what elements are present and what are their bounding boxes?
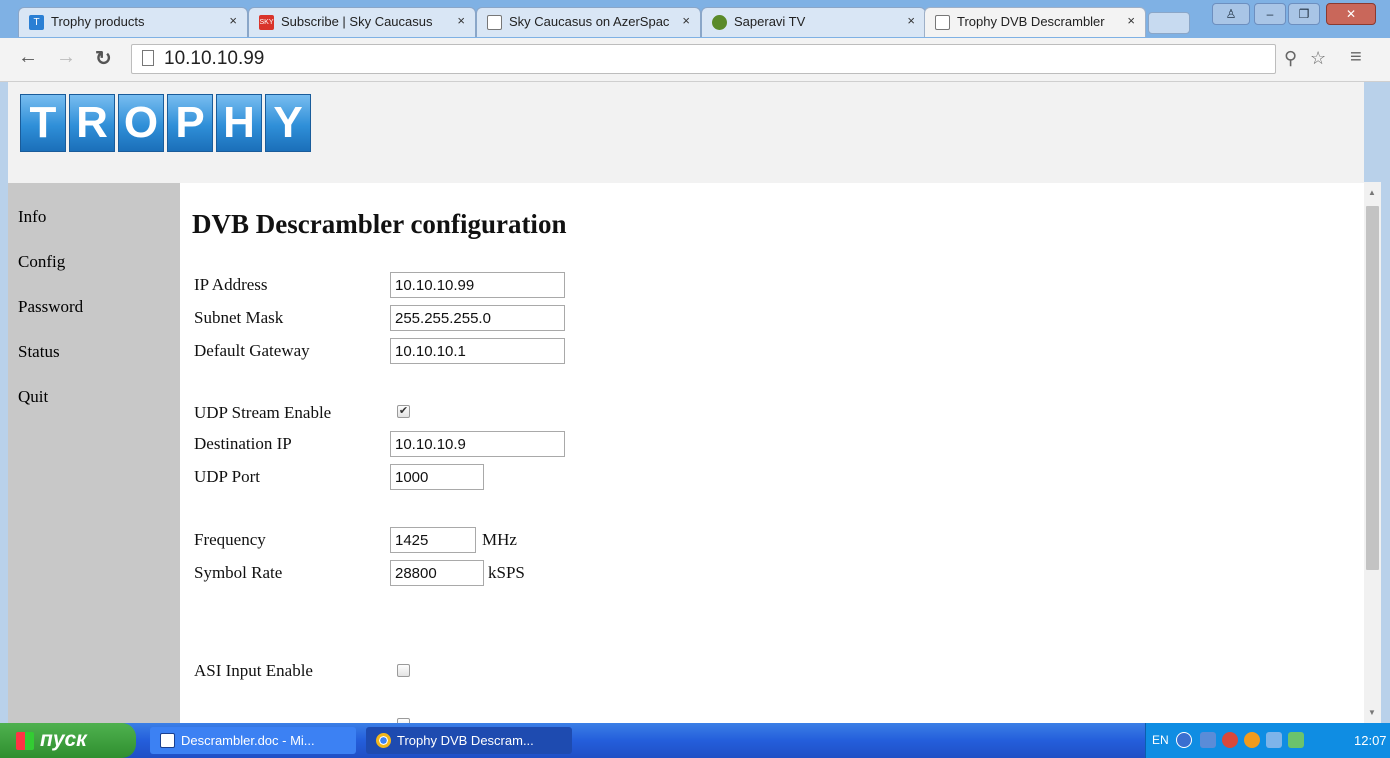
vertical-scrollbar[interactable]: ▲ ▼ xyxy=(1364,182,1381,723)
app-tray-icon[interactable] xyxy=(1244,732,1260,748)
close-icon[interactable]: × xyxy=(457,13,465,28)
new-tab-button[interactable] xyxy=(1148,12,1190,34)
tab-saperavi-tv[interactable]: Saperavi TV × xyxy=(701,7,926,37)
config-form: DVB Descrambler configuration IP Address… xyxy=(180,183,1364,723)
sidebar-item-config[interactable]: Config xyxy=(18,252,65,272)
tab-trophy-dvb[interactable]: Trophy DVB Descrambler × xyxy=(924,7,1146,37)
destination-ip-input[interactable] xyxy=(390,431,565,457)
udp-stream-enable-label: UDP Stream Enable xyxy=(194,403,332,422)
ip-address-label: IP Address xyxy=(194,275,268,294)
logo-letter: R xyxy=(69,94,115,152)
window-close-button[interactable]: ✕ xyxy=(1326,3,1376,25)
taskbar-item-chrome[interactable]: Trophy DVB Descram... xyxy=(366,727,572,754)
scroll-down-arrow-icon[interactable]: ▼ xyxy=(1368,708,1376,717)
sidebar-item-password[interactable]: Password xyxy=(18,297,83,317)
asi-input-enable-checkbox[interactable] xyxy=(397,664,410,677)
maximize-button[interactable]: ❐ xyxy=(1288,3,1320,25)
subnet-mask-input[interactable] xyxy=(390,305,565,331)
symbol-rate-label: Symbol Rate xyxy=(194,563,283,582)
frequency-input[interactable] xyxy=(390,527,476,553)
tab-label: Subscribe | Sky Caucasus xyxy=(281,14,433,29)
taskbar-item-label: Trophy DVB Descram... xyxy=(397,733,534,748)
symbol-rate-unit: kSPS xyxy=(488,563,525,582)
sidebar-item-status[interactable]: Status xyxy=(18,342,60,362)
taskbar-item-label: Descrambler.doc - Mi... xyxy=(181,733,315,748)
menu-icon[interactable]: ≡ xyxy=(1350,46,1362,69)
start-label: пуск xyxy=(40,728,87,751)
sidebar-item-quit[interactable]: Quit xyxy=(18,387,48,407)
key-icon[interactable]: ⚲ xyxy=(1284,48,1297,69)
udp-port-label: UDP Port xyxy=(194,467,260,486)
star-icon[interactable]: ☆ xyxy=(1310,48,1326,69)
close-icon[interactable]: × xyxy=(907,13,915,28)
tab-label: Trophy products xyxy=(51,14,145,29)
forward-arrow-icon[interactable]: → xyxy=(56,46,76,69)
chrome-icon xyxy=(376,733,391,749)
language-indicator[interactable]: EN xyxy=(1152,733,1169,747)
windows-flag-icon xyxy=(16,732,34,750)
close-icon[interactable]: × xyxy=(1127,13,1135,28)
symbol-rate-input[interactable] xyxy=(390,560,484,586)
network-icon[interactable] xyxy=(1200,732,1216,748)
volume-icon[interactable] xyxy=(1266,732,1282,748)
reload-icon[interactable]: ↻ xyxy=(95,46,112,71)
tab-label: Sky Caucasus on AzerSpace xyxy=(509,14,670,29)
taskbar-item-word[interactable]: Descrambler.doc - Mi... xyxy=(150,727,356,754)
logo-letter: Y xyxy=(265,94,311,152)
tab-label: Saperavi TV xyxy=(734,14,806,29)
address-bar[interactable] xyxy=(131,44,1276,74)
word-doc-icon xyxy=(160,733,175,749)
user-profile-icon[interactable]: ♙ xyxy=(1212,3,1250,25)
system-tray: EN 12:07 xyxy=(1145,723,1390,758)
subnet-mask-label: Subnet Mask xyxy=(194,308,284,327)
scrollbar-thumb[interactable] xyxy=(1366,206,1379,570)
sidebar-item-info[interactable]: Info xyxy=(18,207,46,227)
udp-port-input[interactable] xyxy=(390,464,484,490)
default-gateway-label: Default Gateway xyxy=(194,341,310,360)
clock: 12:07 xyxy=(1354,733,1387,748)
frequency-unit: MHz xyxy=(482,530,517,549)
back-arrow-icon[interactable]: ← xyxy=(18,46,38,69)
destination-ip-label: Destination IP xyxy=(194,434,292,453)
asi-input-enable-label: ASI Input Enable xyxy=(194,661,313,680)
ip-address-input[interactable] xyxy=(390,272,565,298)
tray-arrow-icon[interactable] xyxy=(1176,732,1192,748)
tab-trophy-products[interactable]: T Trophy products × xyxy=(18,7,248,37)
scroll-up-arrow-icon[interactable]: ▲ xyxy=(1368,188,1376,197)
minimize-button[interactable]: – xyxy=(1254,3,1286,25)
tab-subscribe-sky[interactable]: SKY Subscribe | Sky Caucasus × xyxy=(248,7,476,37)
default-gateway-input[interactable] xyxy=(390,338,565,364)
page-icon xyxy=(487,15,502,30)
start-button[interactable]: пуск xyxy=(0,723,136,758)
page-title: DVB Descrambler configuration xyxy=(192,209,567,239)
logo-letter: O xyxy=(118,94,164,152)
trophy-logo: TROPHY xyxy=(20,94,314,152)
close-icon[interactable]: × xyxy=(229,13,237,28)
udp-stream-enable-checkbox[interactable]: ✔ xyxy=(397,405,410,418)
browser-tab-strip: T Trophy products × SKY Subscribe | Sky … xyxy=(0,0,1390,38)
antivirus-icon[interactable] xyxy=(1222,732,1238,748)
close-icon[interactable]: × xyxy=(682,13,690,28)
page-icon xyxy=(935,15,950,30)
tab-sky-caucasus[interactable]: Sky Caucasus on AzerSpace × xyxy=(476,7,701,37)
saperavi-favicon-icon xyxy=(712,15,727,30)
url-input[interactable] xyxy=(164,48,1064,70)
logo-letter: H xyxy=(216,94,262,152)
web-page: TROPHY Info Config Password Status Quit … xyxy=(8,82,1364,723)
page-icon xyxy=(142,50,154,66)
frequency-label: Frequency xyxy=(194,530,266,549)
logo-letter: P xyxy=(167,94,213,152)
windows-taskbar: пуск Descrambler.doc - Mi... Trophy DVB … xyxy=(0,723,1390,758)
safely-remove-icon[interactable] xyxy=(1288,732,1304,748)
tab-label: Trophy DVB Descrambler xyxy=(957,14,1105,29)
trophy-favicon-icon: T xyxy=(29,15,44,30)
sky-favicon-icon: SKY xyxy=(259,15,274,30)
browser-toolbar: ← → ↻ ⚲ ☆ ≡ xyxy=(0,38,1390,82)
sidebar-nav: Info Config Password Status Quit xyxy=(8,183,180,723)
logo-letter: T xyxy=(20,94,66,152)
